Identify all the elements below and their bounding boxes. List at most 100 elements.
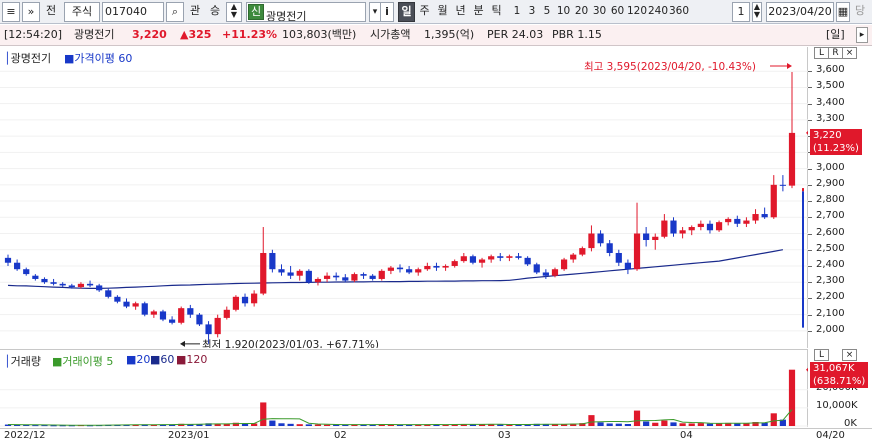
candle-body xyxy=(96,285,103,291)
x-label-2023-01: 2023/01 xyxy=(168,430,210,441)
market-select[interactable]: 주식 xyxy=(64,2,100,22)
price-axis: L R × 2,000 2,100 2,200 2,300 2,400 2,500 2,60… xyxy=(808,47,872,348)
interval-button-120[interactable]: 120 xyxy=(627,2,647,22)
y-tick-label: 2,300 xyxy=(816,275,845,287)
interval-button-1[interactable]: 1 xyxy=(510,2,524,22)
tab-related[interactable]: 관 xyxy=(186,2,204,22)
interval-button-3[interactable]: 3 xyxy=(525,2,539,22)
volume-bar xyxy=(652,422,659,426)
hamburger-icon[interactable]: ≡ xyxy=(2,2,20,22)
left-scale-button[interactable]: L xyxy=(814,47,829,59)
period-tab-5[interactable]: 틱 xyxy=(488,2,505,22)
date-input[interactable]: 2023/04/20 xyxy=(766,2,834,22)
candle-body xyxy=(333,275,340,278)
candle-body xyxy=(159,311,167,320)
magnifier-icon[interactable]: ⌕ xyxy=(166,2,184,22)
candle-body xyxy=(488,256,495,260)
extra-button[interactable]: 당 xyxy=(852,2,868,22)
candle-body xyxy=(59,283,66,286)
interval-button-30[interactable]: 30 xyxy=(591,2,608,22)
candle-body xyxy=(86,283,94,286)
volume-bar xyxy=(679,423,686,426)
candle-body xyxy=(150,311,157,315)
candle-body xyxy=(314,278,322,283)
y-tick xyxy=(808,217,812,219)
volume-bar xyxy=(597,422,604,426)
volume-bar xyxy=(624,424,632,426)
candle-body xyxy=(442,265,449,268)
interval-button-240[interactable]: 240 xyxy=(648,2,668,22)
volume-scale-button[interactable]: L xyxy=(814,349,829,361)
candle-body xyxy=(570,254,577,260)
candle-body xyxy=(606,243,613,253)
x-label-04: 04 xyxy=(680,430,693,441)
y-tick xyxy=(808,298,812,300)
y-tick-label: 2,400 xyxy=(816,258,845,270)
candle-body xyxy=(779,184,786,186)
candle-body xyxy=(323,275,331,279)
candle-body xyxy=(296,270,303,276)
volume-bar xyxy=(697,423,704,426)
volume-bar xyxy=(260,402,267,426)
spin-arrows-icon[interactable]: ▲ ▼ xyxy=(226,2,242,22)
right-scale-button[interactable]: R xyxy=(828,47,843,59)
period-tab-1[interactable]: 주 xyxy=(416,2,433,22)
time-label: [12:54:20] xyxy=(4,28,62,41)
calendar-icon[interactable]: ▦ xyxy=(836,2,850,22)
pbr-value: PBR 1.15 xyxy=(552,28,602,41)
period-tab-3[interactable]: 년 xyxy=(452,2,469,22)
code-input[interactable]: 017040 xyxy=(102,2,164,22)
tab-compare[interactable]: 승 xyxy=(206,2,224,22)
market-cap-value: 1,395(억) xyxy=(424,28,475,41)
count-spin-icon[interactable]: ▲ ▼ xyxy=(752,2,762,22)
candle-body xyxy=(387,267,394,271)
count-input[interactable]: 1 xyxy=(732,2,750,22)
candle-body xyxy=(652,236,659,241)
candle-body xyxy=(141,303,148,315)
period-tab-2[interactable]: 월 xyxy=(434,2,451,22)
x-axis: 2022/12 2023/01 02 03 04 04/20 xyxy=(0,428,872,443)
candle-body xyxy=(105,290,112,297)
mode-label[interactable]: [일] xyxy=(826,25,845,45)
candle-body xyxy=(761,214,768,218)
volume-bar xyxy=(770,413,777,426)
y-tick-label: 2,000 xyxy=(816,323,845,335)
y-tick-label: 3,400 xyxy=(816,96,845,108)
candle-body xyxy=(706,223,714,231)
double-chevron-icon[interactable]: » xyxy=(22,2,40,22)
candle-body xyxy=(415,269,422,273)
volume-chart xyxy=(0,367,808,427)
volume-bar xyxy=(314,424,322,426)
y-tick-label: 2,600 xyxy=(816,226,845,238)
interval-button-360[interactable]: 360 xyxy=(669,2,689,22)
interval-button-60[interactable]: 60 xyxy=(609,2,626,22)
candle-body xyxy=(168,319,176,323)
toolbar: ≡ » 전 주식 017040 ⌕ 관 승 ▲ ▼ 신 광명전기 ▾ i 1 ▲ ▼ … xyxy=(0,0,872,24)
volume-bar xyxy=(296,424,303,426)
candle-body xyxy=(433,265,440,268)
candle-body xyxy=(560,259,568,270)
y-tick xyxy=(808,249,812,251)
candle-body xyxy=(132,303,139,307)
scroll-arrow-icon[interactable]: ▸ xyxy=(856,27,868,43)
candle-body xyxy=(114,296,121,302)
interval-button-10[interactable]: 10 xyxy=(555,2,572,22)
candle-body xyxy=(679,230,686,234)
candle-body xyxy=(269,252,276,270)
interval-button-5[interactable]: 5 xyxy=(540,2,554,22)
candle-body xyxy=(378,270,385,279)
stock-name-field[interactable]: 신 광명전기 xyxy=(246,2,366,22)
volume-close-icon[interactable]: × xyxy=(842,349,857,361)
tab-all[interactable]: 전 xyxy=(42,2,60,22)
interval-button-20[interactable]: 20 xyxy=(573,2,590,22)
info-button[interactable]: i xyxy=(380,2,394,22)
close-icon[interactable]: × xyxy=(842,47,857,59)
candle-body xyxy=(187,308,194,315)
max-arrowhead xyxy=(787,63,792,70)
candle-body xyxy=(178,308,185,323)
period-tab-4[interactable]: 분 xyxy=(470,2,487,22)
candle-body xyxy=(123,301,130,307)
period-tab-0[interactable]: 일 xyxy=(398,2,415,22)
candle-body xyxy=(214,317,221,335)
volume-axis: L × 0K10,000K20,000K xyxy=(808,349,872,429)
